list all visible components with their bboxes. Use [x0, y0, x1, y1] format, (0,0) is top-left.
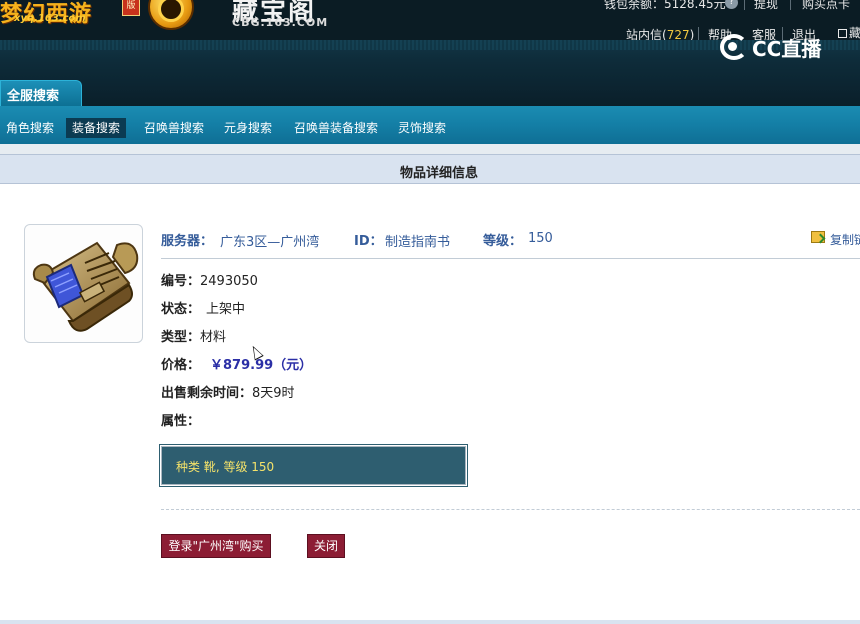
nav-pet-equipment-search[interactable]: 召唤兽装备搜索	[288, 118, 384, 138]
inbox-count: 727	[666, 28, 690, 40]
attr-field: 属性：	[161, 410, 201, 429]
price-field: 价格： ￥879.99（元）	[161, 354, 313, 373]
withdraw-link[interactable]: 提现	[754, 0, 778, 12]
inbox-link[interactable]: 站内信(727)	[626, 26, 694, 40]
stream-watermark: CC直播	[720, 32, 832, 61]
buy-button[interactable]: 登录"广州湾"购买	[161, 534, 271, 558]
id-value: 制造指南书	[385, 235, 451, 250]
favorite-icon[interactable]	[838, 29, 847, 38]
separator	[744, 0, 745, 10]
status-label: 状态：	[161, 302, 201, 317]
inbox-label: 站内信	[626, 28, 663, 40]
level-label: 等级：	[483, 234, 523, 249]
time-value: 8天9时	[252, 386, 295, 401]
attribute-box: 种类 靴, 等级 150	[159, 444, 468, 487]
stream-watermark-text: CC直播	[752, 37, 822, 61]
type-field: 类型：材料	[161, 326, 227, 345]
question-icon[interactable]: ?	[725, 0, 738, 9]
detail-title-bar: 物品详细信息	[0, 154, 860, 184]
attr-label: 属性：	[161, 414, 201, 429]
serial-value: 2493050	[200, 274, 258, 289]
cc-dot-icon	[728, 42, 737, 51]
game-logo-badge: 版	[122, 0, 140, 16]
item-meta: 服务器： 广东3区—广州湾 ID： 制造指南书 等级： 150	[161, 230, 860, 250]
scroll-icon	[32, 241, 139, 332]
level-value: 150	[528, 231, 553, 246]
type-value: 材料	[200, 330, 227, 345]
copy-link-icon[interactable]	[811, 231, 825, 243]
copy-link[interactable]: 复制链	[830, 231, 860, 248]
attribute-text: 种类 靴, 等级 150	[176, 460, 275, 474]
status-value: 上架中	[206, 302, 246, 317]
tab-all-server-search-label: 全服搜索	[7, 89, 60, 104]
price-label: 价格：	[161, 358, 201, 373]
detail-title: 物品详细信息	[400, 166, 479, 181]
time-label: 出售剩余时间：	[161, 386, 253, 401]
serial-field: 编号：2493050	[161, 270, 258, 289]
nav-ornament-search[interactable]: 灵饰搜索	[392, 118, 452, 138]
search-nav: 角色搜索 装备搜索 召唤兽搜索 元身搜索 召唤兽装备搜索 灵饰搜索	[0, 106, 860, 144]
status-field: 状态： 上架中	[161, 298, 246, 317]
divider	[161, 509, 860, 510]
server-label: 服务器：	[161, 234, 214, 249]
separator	[698, 27, 699, 40]
game-logo-domain: xyq.163.com	[14, 13, 86, 24]
nav-pet-search[interactable]: 召唤兽搜索	[138, 118, 210, 138]
favorite-link[interactable]: 藏	[849, 24, 860, 41]
divider	[161, 258, 860, 259]
serial-label: 编号：	[161, 274, 201, 289]
wallet-label: 钱包余额：	[604, 0, 665, 11]
type-label: 类型：	[161, 330, 201, 345]
item-image	[24, 224, 143, 343]
tab-all-server-search[interactable]: 全服搜索	[0, 80, 82, 107]
close-button[interactable]: 关闭	[307, 534, 345, 558]
wallet-value: 5128.45元	[664, 0, 726, 11]
content-spacer	[0, 144, 860, 154]
nav-equipment-search[interactable]: 装备搜索	[66, 118, 127, 138]
separator	[790, 0, 791, 10]
server-value: 广东3区—广州湾	[220, 235, 320, 250]
price-value: ￥879.99（元）	[210, 358, 313, 373]
account-bar: 钱包余额： 5128.45元 ? 提现 购买点卡	[590, 0, 860, 12]
buy-points-link[interactable]: 购买点卡	[802, 0, 850, 12]
bottom-border	[0, 620, 860, 624]
time-field: 出售剩余时间：8天9时	[161, 382, 295, 401]
id-label: ID：	[354, 234, 383, 249]
nav-role-search[interactable]: 角色搜索	[0, 118, 60, 138]
nav-yuanshen-search[interactable]: 元身搜索	[218, 118, 278, 138]
